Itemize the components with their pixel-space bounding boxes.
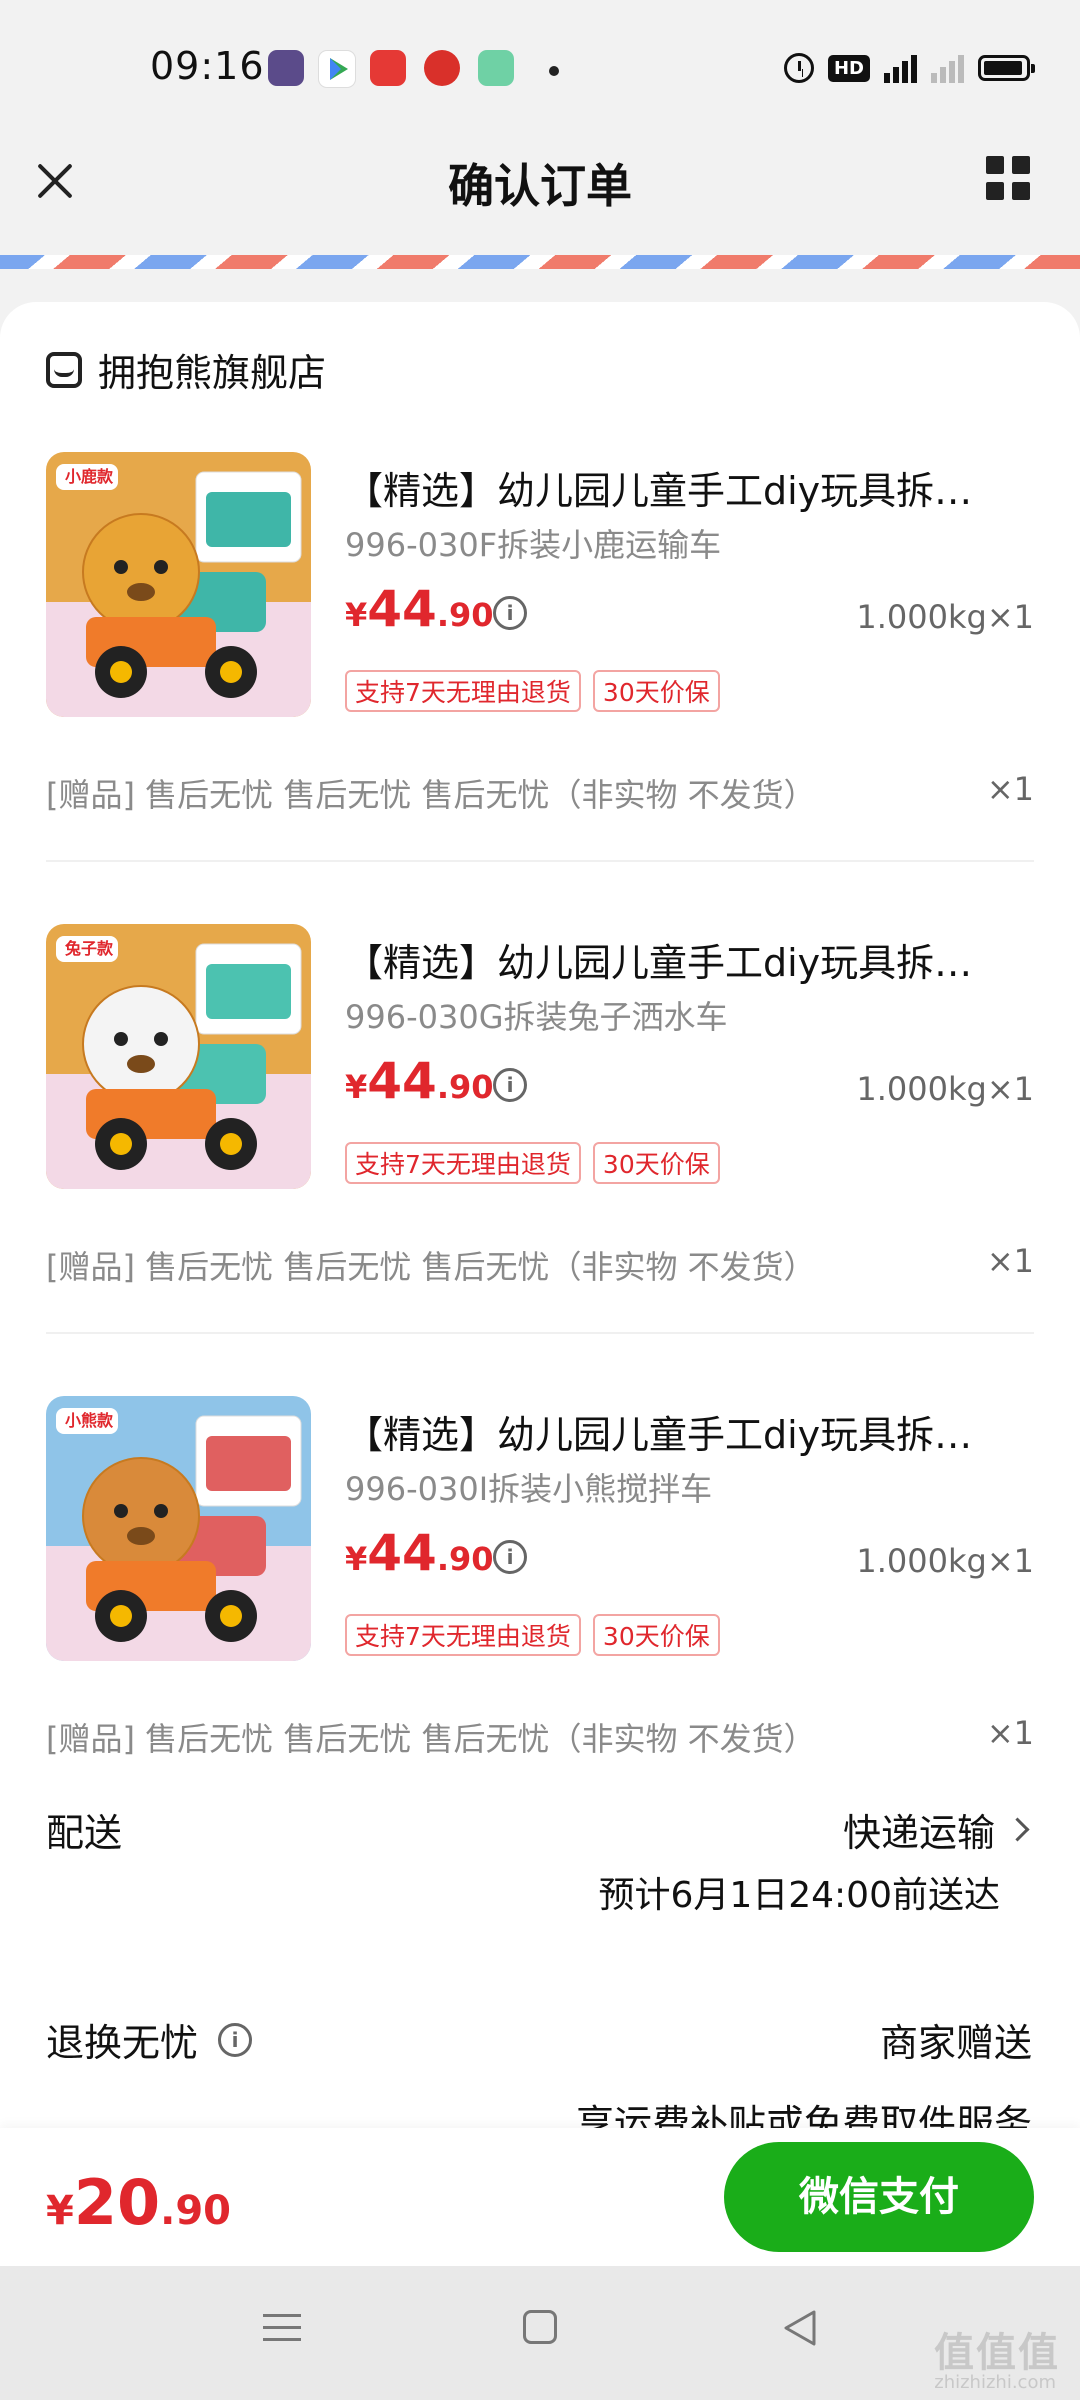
product-title: 【精选】幼儿园儿童手工diy玩具拆装工程车: [345, 1413, 1005, 1457]
mascot-app-icon: [424, 50, 460, 86]
signal-secondary-icon: [931, 53, 964, 83]
product-image[interactable]: 小熊款: [46, 1396, 311, 1661]
product-weight-qty: 1.000kg×1: [856, 598, 1034, 636]
price-decimal: .90: [436, 1068, 494, 1106]
chevron-right-icon: [1005, 1817, 1030, 1842]
gift-quantity: ×1: [986, 1714, 1034, 1752]
product-spec: 996-030G拆装兔子洒水车: [345, 998, 728, 1036]
product-title: 【精选】幼儿园儿童手工diy玩具拆装工程车: [345, 469, 1005, 513]
price-protect-tag: 30天价保: [592, 670, 720, 712]
order-card: 拥抱熊旗舰店 小鹿款 【精选】幼儿园儿童手工diy玩具拆装 996-030F拆装…: [0, 302, 1080, 2142]
wechat-pay-button[interactable]: 微信支付: [724, 2142, 1034, 2252]
price-currency: ¥: [345, 596, 368, 634]
product-spec: 996-030F拆装小鹿运输车: [345, 526, 722, 564]
info-icon[interactable]: i: [218, 2022, 253, 2057]
return-policy-tag: 支持7天无理由退货: [345, 1614, 581, 1656]
system-nav-bar: [0, 2266, 1080, 2400]
status-time: 09:16: [150, 44, 265, 88]
return-policy-tag: 支持7天无理由退货: [345, 670, 581, 712]
order-total: ¥ 20 .90: [46, 2166, 231, 2239]
gift-quantity: ×1: [986, 770, 1034, 808]
gift-item: [赠品] 售后无忧 售后无忧 售后无忧（非实物 不发货）: [46, 776, 816, 814]
divider: [46, 1332, 1034, 1334]
watermark-url: zhizhizhi.com: [934, 2372, 1056, 2393]
return-policy-tag: 支持7天无理由退货: [345, 1142, 581, 1184]
header: 确认订单: [0, 140, 1080, 250]
signal-5g-icon: [884, 53, 917, 83]
return-service-label: 退换无忧: [46, 2021, 199, 2065]
total-integer: 20: [73, 2166, 161, 2239]
delivery-method: 快递运输: [842, 1811, 995, 1855]
product-weight-qty: 1.000kg×1: [856, 1542, 1034, 1580]
product-image[interactable]: 小鹿款: [46, 452, 311, 717]
product-tags: 支持7天无理由退货 30天价保: [345, 670, 720, 712]
total-currency: ¥: [46, 2188, 74, 2234]
product-weight-qty: 1.000kg×1: [856, 1070, 1034, 1108]
price-protect-tag: 30天价保: [592, 1614, 720, 1656]
product-title: 【精选】幼儿园儿童手工diy玩具拆装工程车: [345, 941, 1005, 985]
gift-quantity: ×1: [986, 1242, 1034, 1280]
product-item[interactable]: 小熊款 【精选】幼儿园儿童手工diy玩具拆装工程车 996-030I拆装小熊搅拌…: [0, 1396, 1080, 1866]
delivery-label: 配送: [46, 1811, 123, 1855]
price-info-icon[interactable]: i: [493, 1068, 527, 1102]
store-icon: [46, 351, 82, 388]
k-app-icon: [268, 50, 304, 86]
pay-bar: ¥ 20 .90 微信支付: [0, 2128, 1080, 2266]
return-service-row: 退换无忧 i: [46, 2012, 253, 2067]
green-app-icon: [478, 50, 514, 86]
recent-apps-icon[interactable]: [263, 2312, 301, 2344]
product-price: ¥ 44 .90: [345, 580, 494, 638]
price-decimal: .90: [436, 596, 494, 634]
price-integer: 44: [367, 580, 437, 638]
total-decimal: .90: [160, 2188, 231, 2234]
price-info-icon[interactable]: i: [493, 1540, 527, 1574]
price-currency: ¥: [345, 1068, 368, 1106]
price-decimal: .90: [436, 1540, 494, 1578]
home-icon[interactable]: [523, 2310, 557, 2344]
product-price: ¥ 44 .90: [345, 1524, 494, 1582]
product-image-label: 兔子款: [64, 939, 113, 958]
return-service-value: 商家赠送: [879, 2021, 1032, 2065]
shop-name: 拥抱熊旗舰店: [98, 351, 327, 395]
gift-item: [赠品] 售后无忧 售后无忧 售后无忧（非实物 不发货）: [46, 1248, 816, 1286]
play-store-icon: [318, 50, 356, 88]
watermark-logo: 值值值: [934, 2330, 1060, 2376]
product-image-label: 小鹿款: [64, 467, 113, 486]
alarm-icon: [783, 53, 814, 83]
notification-dot: [549, 66, 559, 76]
product-tags: 支持7天无理由退货 30天价保: [345, 1614, 720, 1656]
price-info-icon[interactable]: i: [493, 596, 527, 630]
page-title: 确认订单: [448, 159, 632, 213]
price-integer: 44: [367, 1524, 437, 1582]
618-promo-icon: [370, 50, 406, 86]
return-service-desc: 享运费补贴或免费取件服务: [575, 2102, 1032, 2128]
price-currency: ¥: [345, 1540, 368, 1578]
product-price: ¥ 44 .90: [345, 1052, 494, 1110]
product-item[interactable]: 小鹿款 【精选】幼儿园儿童手工diy玩具拆装工程车 996-030F拆装小鹿运输…: [0, 452, 1080, 922]
product-image[interactable]: 兔子款: [46, 924, 311, 1189]
status-bar: 09:16 HD: [0, 0, 1080, 140]
delivery-method-selector[interactable]: 快递运输: [843, 1802, 1032, 1857]
battery-icon: [978, 55, 1035, 81]
shop-header[interactable]: 拥抱熊旗舰店: [46, 342, 326, 397]
product-spec: 996-030I拆装小熊搅拌车: [345, 1470, 713, 1508]
product-tags: 支持7天无理由退货 30天价保: [345, 1142, 720, 1184]
hd-icon: HD: [827, 54, 870, 82]
product-item[interactable]: 兔子款 【精选】幼儿园儿童手工diy玩具拆装工程车 996-030G拆装兔子洒水…: [0, 924, 1080, 1394]
price-integer: 44: [367, 1052, 437, 1110]
gift-item: [赠品] 售后无忧 售后无忧 售后无忧（非实物 不发货）: [46, 1720, 816, 1758]
grid-menu-icon[interactable]: [986, 156, 1030, 200]
divider: [46, 860, 1034, 862]
status-indicators: HD: [783, 48, 1035, 88]
price-protect-tag: 30天价保: [592, 1142, 720, 1184]
product-image-label: 小熊款: [64, 1411, 113, 1430]
envelope-stripe: [0, 255, 1080, 269]
delivery-eta: 预计6月1日24:00前送达: [598, 1875, 1000, 1916]
